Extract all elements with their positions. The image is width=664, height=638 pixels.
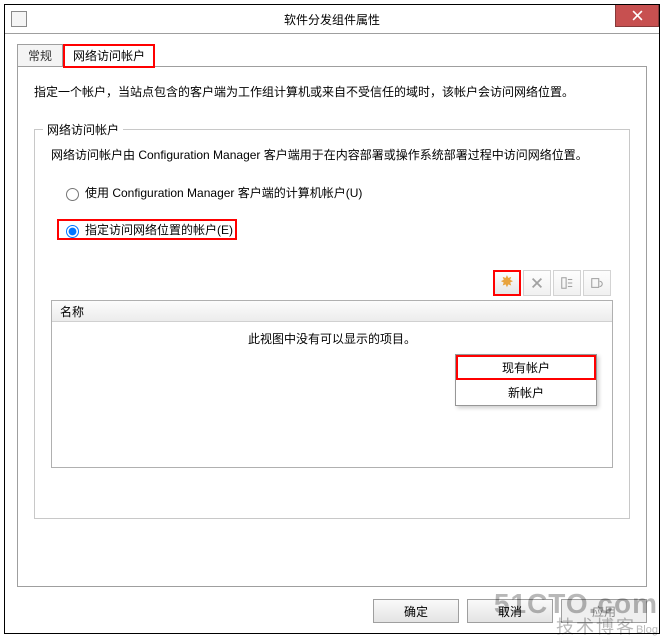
radio-use-computer-account-input[interactable] [66,188,79,201]
starburst-icon: ✸ [500,275,513,291]
menu-new-account[interactable]: 新帐户 [456,380,596,405]
close-button[interactable] [615,5,659,27]
delete-button[interactable] [523,270,551,296]
radio-specify-account[interactable]: 指定访问网络位置的帐户(E) [57,219,237,240]
properties-button[interactable] [553,270,581,296]
content-area: 常规 网络访问帐户 指定一个帐户，当站点包含的客户端为工作组计算机或来自不受信任… [17,45,647,587]
radio-specify-account-input[interactable] [66,225,79,238]
window-title: 软件分发组件属性 [5,11,659,28]
properties-icon [560,276,574,290]
tab-network-account[interactable]: 网络访问帐户 [63,44,155,68]
toolbar: ✸ [51,270,611,296]
verify-icon [590,276,604,290]
cancel-button[interactable]: 取消 [467,599,553,623]
add-account-menu: 现有帐户 新帐户 [455,354,597,406]
column-name[interactable]: 名称 [52,303,612,320]
radio-use-computer-account-label: 使用 Configuration Manager 客户端的计算机帐户(U) [85,184,362,201]
verify-button[interactable] [583,270,611,296]
group-title: 网络访问帐户 [43,121,123,138]
add-button[interactable]: ✸ [493,270,521,296]
group-description: 网络访问帐户由 Configuration Manager 客户端用于在内容部署… [51,146,613,164]
menu-existing-account[interactable]: 现有帐户 [456,355,596,380]
tab-description: 指定一个帐户，当站点包含的客户端为工作组计算机或来自不受信任的域时，该帐户会访问… [34,83,630,101]
close-icon [632,10,643,21]
tab-strip: 常规 网络访问帐户 [17,45,647,67]
tab-general[interactable]: 常规 [17,44,63,67]
group-network-account: 网络访问帐户 网络访问帐户由 Configuration Manager 客户端… [34,129,630,519]
app-icon [11,11,27,27]
apply-button[interactable]: 应用 [561,599,647,623]
ok-button[interactable]: 确定 [373,599,459,623]
dialog-buttons: 确定 取消 应用 [373,599,647,623]
list-empty-text: 此视图中没有可以显示的项目。 [52,330,612,347]
list-header: 名称 [52,301,612,322]
tab-body: 指定一个帐户，当站点包含的客户端为工作组计算机或来自不受信任的域时，该帐户会访问… [17,66,647,587]
titlebar: 软件分发组件属性 [5,5,659,34]
window-frame: 软件分发组件属性 常规 网络访问帐户 指定一个帐户，当站点包含的客户端为工作组计… [4,4,660,634]
radio-use-computer-account[interactable]: 使用 Configuration Manager 客户端的计算机帐户(U) [57,182,613,203]
delete-icon [530,276,544,290]
radio-specify-account-label: 指定访问网络位置的帐户(E) [85,221,233,238]
